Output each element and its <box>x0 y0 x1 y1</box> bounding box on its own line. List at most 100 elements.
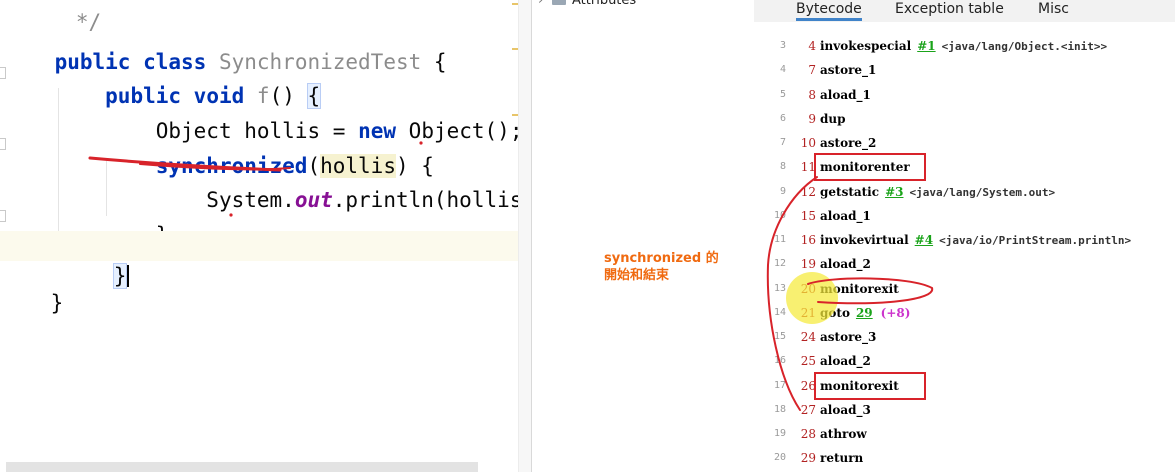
operand-comment: <java/io/PrintStream.println> <box>939 234 1132 247</box>
instruction: invokevirtual #4 <java/io/PrintStream.prin… <box>820 228 1131 253</box>
horizontal-scrollbar[interactable] <box>6 462 478 472</box>
bytecode-offset: 7 <box>808 63 816 78</box>
constant-pool-link[interactable]: 29 <box>856 306 873 320</box>
opcode: goto <box>820 305 850 320</box>
opcode: aload_1 <box>820 208 871 223</box>
bytecode-offset: 21 <box>800 305 816 320</box>
bytecode-row[interactable]: 11 16 invokevirtual #4 <java/io/PrintStream.… <box>754 228 1175 252</box>
instruction: aload_2 <box>820 349 871 373</box>
brace: } <box>50 291 64 315</box>
bytecode-row[interactable]: 13 20 monitorexit <box>754 277 1175 301</box>
opcode: aload_2 <box>820 257 871 272</box>
bytecode-offset: 28 <box>800 427 816 441</box>
opcode: athrow <box>820 427 867 441</box>
bytecode-offset: 9 <box>808 111 816 126</box>
jump-delta: (+8) <box>880 305 911 320</box>
bytecode-offset: 29 <box>800 451 816 466</box>
code-line[interactable]: Object hollis = new Object(); <box>4 95 518 143</box>
code-line[interactable]: public void f() { <box>4 60 518 109</box>
line-number: 6 <box>779 112 786 124</box>
annotation-line: synchronized 的 <box>604 251 719 266</box>
bytecode-row[interactable]: 7 10 astore_2 <box>754 131 1175 155</box>
opcode: astore_3 <box>820 330 877 344</box>
bytecode-row[interactable]: 6 9 dup <box>754 107 1175 131</box>
chevron-right-icon[interactable]: › <box>538 0 546 8</box>
opcode: monitorexit <box>820 281 899 296</box>
tree-item-label: Attributes <box>572 0 637 8</box>
bytecode-offset: 4 <box>808 39 816 53</box>
line-number: 11 <box>773 234 786 245</box>
line-number: 7 <box>779 137 786 148</box>
opcode: astore_1 <box>820 63 877 78</box>
monitorenter-highlight-box <box>814 153 926 181</box>
bytecode-row[interactable]: 15 24 astore_3 <box>754 325 1175 349</box>
instruction: astore_1 <box>820 58 876 82</box>
bytecode-row[interactable]: 19 28 athrow <box>754 422 1175 446</box>
instruction: aload_3 <box>820 398 871 422</box>
bytecode-row[interactable]: 4 7 astore_1 <box>754 58 1175 82</box>
instruction: astore_3 <box>820 325 876 349</box>
line-number: 13 <box>773 282 786 294</box>
instruction: astore_2 <box>820 131 876 155</box>
code-line[interactable]: } <box>0 267 518 315</box>
bytecode-row[interactable]: 3 4 invokespecial #1 <java/lang/Object.<init… <box>754 34 1175 58</box>
opcode: getstatic <box>820 184 880 199</box>
code-editor[interactable]: */ public class SynchronizedTest { publi… <box>0 0 518 472</box>
opcode: aload_1 <box>820 87 871 102</box>
bytecode-row[interactable]: 14 21 goto 29 (+8) <box>754 301 1175 325</box>
bytecode-row[interactable]: 10 15 aload_1 <box>754 204 1175 228</box>
instruction: goto 29 (+8) <box>820 301 910 325</box>
instruction: dup <box>820 107 846 131</box>
line-number: 14 <box>773 306 786 318</box>
instruction: monitorexit <box>820 277 899 301</box>
opcode: aload_3 <box>820 402 871 417</box>
bytecode-offset: 16 <box>800 233 816 247</box>
code-line[interactable]: */ <box>0 0 518 34</box>
code-line[interactable]: synchronized(hollis) { <box>4 130 518 178</box>
opcode: invokespecial <box>820 39 912 53</box>
bytecode-offset: 20 <box>800 281 816 296</box>
line-number: 18 <box>773 403 786 415</box>
code-line[interactable]: public class SynchronizedTest { <box>4 26 518 74</box>
bytecode-row[interactable]: 18 27 aload_3 <box>754 398 1175 422</box>
bytecode-offset: 15 <box>800 208 816 223</box>
tree-item-attributes[interactable]: › Attributes <box>538 0 636 8</box>
opcode: return <box>820 451 864 466</box>
instruction: return <box>820 446 863 470</box>
line-number: 3 <box>779 40 786 51</box>
tab-misc[interactable]: Misc <box>1038 1 1069 17</box>
annotation-line: 開始和結束 <box>604 268 670 283</box>
operand-comment: <java/lang/Object.<init>> <box>941 40 1108 53</box>
bytecode-row[interactable]: 12 19 aload_2 <box>754 252 1175 276</box>
line-number: 17 <box>773 379 786 391</box>
instruction: athrow <box>820 422 867 446</box>
line-number: 10 <box>773 209 786 221</box>
code-line[interactable]: System.out.println(hollis); <box>4 164 518 212</box>
monitorexit-highlight-box <box>814 372 926 400</box>
line-number: 9 <box>779 185 786 197</box>
bytecode-row[interactable]: 5 8 aload_1 <box>754 83 1175 107</box>
bytecode-offset: 11 <box>800 160 816 175</box>
bytecode-offset: 8 <box>808 87 816 102</box>
bytecode-offset: 24 <box>800 330 816 344</box>
line-number: 5 <box>779 88 786 100</box>
line-number: 16 <box>773 355 786 367</box>
line-number: 4 <box>779 64 786 76</box>
tab-bytecode[interactable]: Bytecode <box>796 1 862 21</box>
bytecode-row[interactable]: 16 25 aload_2 <box>754 349 1175 373</box>
tab-exception-table[interactable]: Exception table <box>895 1 1004 17</box>
bytecode-viewer: Bytecode Exception table Misc 3 4 invokesp… <box>754 0 1175 472</box>
code-line[interactable]: } <box>4 199 518 247</box>
bytecode-row[interactable]: 9 12 getstatic #3 <java/lang/System.out> <box>754 180 1175 204</box>
constant-pool-link[interactable]: #3 <box>885 185 903 199</box>
line-number: 19 <box>773 428 786 439</box>
vertical-scrollbar[interactable] <box>518 0 531 472</box>
constant-pool-link[interactable]: #4 <box>915 233 933 247</box>
line-number: 15 <box>773 331 786 342</box>
bytecode-offset: 10 <box>800 136 816 150</box>
code-line-current[interactable]: } <box>0 231 518 289</box>
bytecode-row[interactable]: 20 29 return <box>754 446 1175 470</box>
instruction: invokespecial #1 <java/lang/Object.<init>> <box>820 34 1107 59</box>
line-number: 20 <box>773 452 786 464</box>
constant-pool-link[interactable]: #1 <box>917 39 935 53</box>
